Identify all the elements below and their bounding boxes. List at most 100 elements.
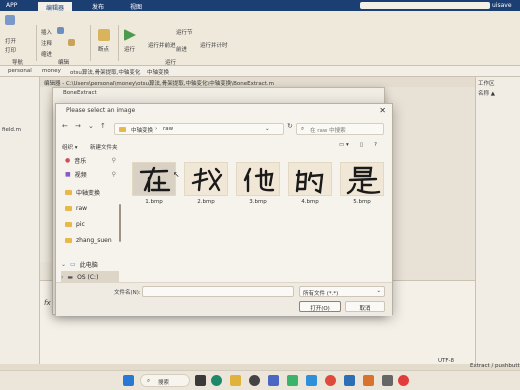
sidebar-scrollbar[interactable]	[119, 204, 121, 242]
file-thumbnail[interactable]	[132, 162, 176, 196]
tab-view[interactable]: 视图	[130, 2, 142, 11]
editor-file-path: 编辑器 - C:\Users\personal\money\otsu算法,骨架提…	[44, 81, 274, 87]
image-preview	[346, 166, 381, 195]
taskbar-search[interactable]: ⌕ 搜索	[140, 374, 190, 387]
file-thumbnail[interactable]	[340, 162, 384, 196]
workspace-name-column[interactable]: 名称 ▲	[478, 89, 495, 97]
sidebar-item-folder[interactable]: zhang_suen	[61, 234, 119, 246]
sidebar-item-folder[interactable]: pic	[61, 218, 119, 230]
folder-icon	[119, 127, 126, 132]
app-icon[interactable]	[306, 375, 317, 386]
file-type-select[interactable]: 所有文件 (*.*) ⌄	[299, 286, 385, 297]
back-arrow-icon[interactable]: ←	[62, 122, 68, 130]
open-button[interactable]: 打开(O)	[299, 301, 341, 312]
cancel-button[interactable]: 取消	[345, 301, 385, 312]
start-icon[interactable]	[123, 375, 134, 386]
folder-icon	[65, 205, 72, 211]
sidebar-item-label: zhang_suen	[76, 236, 112, 244]
app-icon[interactable]	[287, 375, 298, 386]
sidebar-item-videos[interactable]: ■ 视频 ⚲	[61, 168, 119, 180]
breakpoint-icon[interactable]	[98, 29, 110, 41]
ribbon-indent[interactable]: 缩进	[41, 50, 52, 58]
ribbon-compare-label[interactable]: 打开	[5, 37, 16, 45]
address-crumb[interactable]: 中轴变换	[131, 126, 153, 134]
matlab-icon[interactable]	[363, 375, 374, 386]
file-list: 1.bmp 2.bmp 3.bmp 4.bmp 5.bmp ↖	[126, 154, 391, 282]
sidebar-item-folder[interactable]: 中轴变换	[61, 186, 119, 198]
sidebar-item-label: 音乐	[74, 157, 87, 165]
ribbon-advance[interactable]: 前进	[176, 45, 187, 53]
sidebar-item-folder[interactable]: raw	[61, 202, 119, 214]
refresh-icon[interactable]: ↻	[287, 122, 293, 130]
folder-icon	[65, 221, 72, 227]
file-name[interactable]: 4.bmp	[288, 199, 332, 205]
sidebar-item-label: 视频	[74, 171, 87, 179]
address-dropdown-icon[interactable]: ⌄	[265, 126, 270, 132]
search-icon: ⌕	[147, 378, 151, 384]
comment-icon[interactable]	[68, 39, 75, 46]
new-folder-button[interactable]: 新建文件夹	[90, 143, 118, 151]
fx-icon[interactable]	[57, 27, 64, 34]
sidebar-item-music[interactable]: ● 音乐 ⚲	[61, 154, 119, 166]
help-icon[interactable]: ?	[374, 142, 377, 148]
ribbon-run-time[interactable]: 运行并计时	[200, 41, 228, 49]
ribbon-comment[interactable]: 注释	[41, 39, 52, 47]
ribbon-insert[interactable]: 插入	[41, 28, 52, 36]
dialog-nav-bar: ← → ⌄ ↑ 中轴变换 › raw ⌄ ↻ ⌕ 在 raw 中搜索	[56, 118, 392, 140]
close-icon[interactable]: ✕	[379, 106, 386, 115]
dialog-footer: 文件名(N): 所有文件 (*.*) ⌄ 打开(O) 取消	[56, 282, 392, 316]
sidebar-item-this-pc[interactable]: ⌄ ▭ 此电脑	[61, 258, 119, 270]
app-icon[interactable]	[268, 375, 279, 386]
file-thumbnail[interactable]	[184, 162, 228, 196]
preview-pane-icon[interactable]: ▯	[360, 142, 363, 148]
path-crumb[interactable]: personal	[8, 68, 32, 74]
ribbon-run-advance[interactable]: 运行并前进	[148, 41, 176, 49]
browser-icon[interactable]	[211, 375, 222, 386]
tab-publish[interactable]: 发布	[92, 2, 104, 11]
file-name[interactable]: 2.bmp	[184, 199, 228, 205]
app-icon[interactable]	[382, 375, 393, 386]
user-name: uisave	[492, 2, 512, 9]
search-documentation-input[interactable]	[360, 2, 490, 9]
app-icon[interactable]	[249, 375, 260, 386]
current-folder-bar[interactable]: personal money otsu算法,骨架提取,中轴变化 中轴变换	[0, 66, 520, 77]
file-thumbnail[interactable]	[236, 162, 280, 196]
view-options-icon[interactable]: ▭ ▾	[339, 142, 349, 148]
chevron-down-icon[interactable]: ⌄	[88, 122, 94, 130]
editor-title: 编辑器 - C:\Users\personal\money\otsu算法,骨架提…	[40, 77, 475, 87]
task-view-icon[interactable]	[195, 375, 206, 386]
chevron-right-icon[interactable]: ›	[61, 274, 63, 281]
app-icon[interactable]	[398, 375, 409, 386]
file-explorer-icon[interactable]	[230, 375, 241, 386]
compare-icon[interactable]	[5, 15, 15, 25]
search-input[interactable]: ⌕ 在 raw 中搜索	[296, 123, 384, 135]
app-icon[interactable]	[344, 375, 355, 386]
path-crumb[interactable]: money	[42, 68, 61, 74]
chevron-down-icon: ⌄	[376, 288, 381, 294]
ribbon-breakpoints[interactable]: 断点	[98, 45, 109, 53]
run-icon[interactable]	[124, 29, 136, 41]
file-thumbnail[interactable]	[288, 162, 332, 196]
organize-menu[interactable]: 组织 ▾	[62, 143, 78, 151]
music-icon: ●	[65, 156, 71, 164]
address-crumb[interactable]: raw	[163, 126, 173, 132]
path-crumb[interactable]: 中轴变换	[147, 68, 169, 76]
pin-icon[interactable]: ⚲	[112, 171, 119, 178]
ribbon-print-label[interactable]: 打印	[5, 46, 16, 54]
address-bar[interactable]: 中轴变换 › raw ⌄	[114, 123, 284, 135]
file-name[interactable]: 5.bmp	[340, 199, 384, 205]
ribbon-run[interactable]: 运行	[124, 45, 135, 53]
pin-icon[interactable]: ⚲	[112, 157, 119, 164]
filename-input[interactable]	[142, 286, 294, 297]
left-file-item[interactable]: field.m	[2, 127, 21, 133]
chrome-icon[interactable]	[325, 375, 336, 386]
up-arrow-icon[interactable]: ↑	[100, 122, 106, 130]
file-name[interactable]: 3.bmp	[236, 199, 280, 205]
tab-app[interactable]: APP	[6, 2, 17, 9]
forward-arrow-icon[interactable]: →	[75, 122, 81, 130]
chevron-down-icon[interactable]: ⌄	[61, 261, 66, 268]
path-crumb[interactable]: otsu算法,骨架提取,中轴变化	[70, 68, 140, 76]
file-name[interactable]: 1.bmp	[132, 199, 176, 205]
ribbon-run-section[interactable]: 运行节	[176, 28, 193, 36]
status-function: Extract / pushbutt	[470, 363, 520, 369]
